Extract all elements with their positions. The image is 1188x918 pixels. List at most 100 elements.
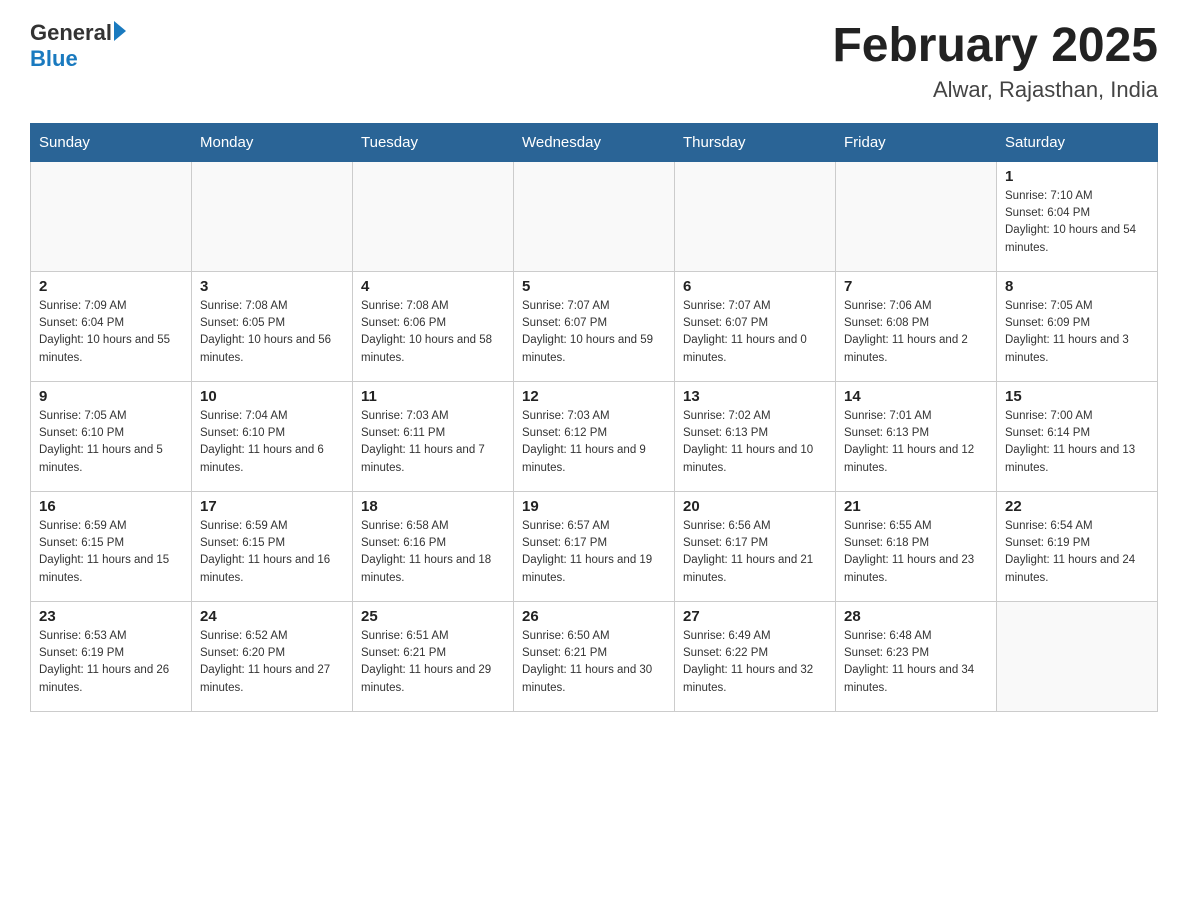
calendar-cell: 23 Sunrise: 6:53 AMSunset: 6:19 PMDayligh…	[31, 601, 192, 711]
cell-day-number: 15	[1005, 388, 1149, 405]
calendar-cell: 26 Sunrise: 6:50 AMSunset: 6:21 PMDayligh…	[514, 601, 675, 711]
cell-sun-info: Sunrise: 7:10 AMSunset: 6:04 PMDaylight:…	[1005, 188, 1149, 257]
calendar-cell: 15 Sunrise: 7:00 AMSunset: 6:14 PMDayligh…	[997, 381, 1158, 491]
cell-day-number: 4	[361, 278, 505, 295]
cell-day-number: 14	[844, 388, 988, 405]
cell-sun-info: Sunrise: 7:04 AMSunset: 6:10 PMDaylight:…	[200, 408, 344, 477]
weekday-header-wednesday: Wednesday	[514, 123, 675, 161]
calendar-cell: 8 Sunrise: 7:05 AMSunset: 6:09 PMDaylight…	[997, 271, 1158, 381]
cell-sun-info: Sunrise: 7:08 AMSunset: 6:06 PMDaylight:…	[361, 298, 505, 367]
cell-day-number: 8	[1005, 278, 1149, 295]
weekday-header-monday: Monday	[192, 123, 353, 161]
calendar-cell: 16 Sunrise: 6:59 AMSunset: 6:15 PMDayligh…	[31, 491, 192, 601]
calendar-cell: 22Sunrise: 6:54 AMSunset: 6:19 PMDayligh…	[997, 491, 1158, 601]
cell-day-number: 18	[361, 498, 505, 515]
cell-day-number: 7	[844, 278, 988, 295]
cell-day-number: 13	[683, 388, 827, 405]
weekday-header-friday: Friday	[836, 123, 997, 161]
cell-sun-info: Sunrise: 7:02 AMSunset: 6:13 PMDaylight:…	[683, 408, 827, 477]
calendar-cell: 27 Sunrise: 6:49 AMSunset: 6:22 PMDayligh…	[675, 601, 836, 711]
calendar-cell: 25 Sunrise: 6:51 AMSunset: 6:21 PMDayligh…	[353, 601, 514, 711]
cell-sun-info: Sunrise: 6:53 AMSunset: 6:19 PMDaylight:…	[39, 628, 183, 697]
calendar-cell	[997, 601, 1158, 711]
cell-day-number: 5	[522, 278, 666, 295]
month-title: February 2025	[832, 20, 1158, 73]
calendar-cell: 18 Sunrise: 6:58 AMSunset: 6:16 PMDayligh…	[353, 491, 514, 601]
calendar-cell: 19Sunrise: 6:57 AMSunset: 6:17 PMDayligh…	[514, 491, 675, 601]
cell-day-number: 6	[683, 278, 827, 295]
calendar-cell: 4 Sunrise: 7:08 AMSunset: 6:06 PMDaylight…	[353, 271, 514, 381]
calendar-week-row: 9 Sunrise: 7:05 AMSunset: 6:10 PMDaylight…	[31, 381, 1158, 491]
cell-day-number: 16	[39, 498, 183, 515]
logo-blue-text: Blue	[30, 46, 78, 71]
cell-sun-info: Sunrise: 7:03 AMSunset: 6:12 PMDaylight:…	[522, 408, 666, 477]
logo: General Blue	[30, 20, 126, 72]
calendar-cell: 1 Sunrise: 7:10 AMSunset: 6:04 PMDaylight…	[997, 161, 1158, 271]
cell-day-number: 20	[683, 498, 827, 515]
calendar-cell: 13 Sunrise: 7:02 AMSunset: 6:13 PMDayligh…	[675, 381, 836, 491]
cell-day-number: 10	[200, 388, 344, 405]
cell-day-number: 9	[39, 388, 183, 405]
calendar-cell: 20 Sunrise: 6:56 AMSunset: 6:17 PMDayligh…	[675, 491, 836, 601]
cell-sun-info: Sunrise: 7:05 AMSunset: 6:10 PMDaylight:…	[39, 408, 183, 477]
calendar-week-row: 23 Sunrise: 6:53 AMSunset: 6:19 PMDayligh…	[31, 601, 1158, 711]
calendar-cell: 7 Sunrise: 7:06 AMSunset: 6:08 PMDaylight…	[836, 271, 997, 381]
cell-sun-info: Sunrise: 7:09 AMSunset: 6:04 PMDaylight:…	[39, 298, 183, 367]
cell-day-number: 1	[1005, 168, 1149, 185]
location-title: Alwar, Rajasthan, India	[832, 77, 1158, 103]
cell-day-number: 11	[361, 388, 505, 405]
calendar-cell: 6 Sunrise: 7:07 AMSunset: 6:07 PMDaylight…	[675, 271, 836, 381]
cell-day-number: 21	[844, 498, 988, 515]
cell-sun-info: Sunrise: 7:03 AMSunset: 6:11 PMDaylight:…	[361, 408, 505, 477]
cell-day-number: 27	[683, 608, 827, 625]
calendar-cell: 12 Sunrise: 7:03 AMSunset: 6:12 PMDayligh…	[514, 381, 675, 491]
cell-sun-info: Sunrise: 6:52 AMSunset: 6:20 PMDaylight:…	[200, 628, 344, 697]
cell-day-number: 3	[200, 278, 344, 295]
cell-sun-info: Sunrise: 6:57 AMSunset: 6:17 PMDaylight:…	[522, 518, 666, 587]
calendar-cell: 21 Sunrise: 6:55 AMSunset: 6:18 PMDayligh…	[836, 491, 997, 601]
cell-sun-info: Sunrise: 6:49 AMSunset: 6:22 PMDaylight:…	[683, 628, 827, 697]
cell-sun-info: Sunrise: 6:51 AMSunset: 6:21 PMDaylight:…	[361, 628, 505, 697]
cell-sun-info: Sunrise: 6:50 AMSunset: 6:21 PMDaylight:…	[522, 628, 666, 697]
calendar-cell: 9 Sunrise: 7:05 AMSunset: 6:10 PMDaylight…	[31, 381, 192, 491]
cell-day-number: 17	[200, 498, 344, 515]
cell-day-number: 28	[844, 608, 988, 625]
calendar-week-row: 16 Sunrise: 6:59 AMSunset: 6:15 PMDayligh…	[31, 491, 1158, 601]
cell-day-number: 25	[361, 608, 505, 625]
calendar-cell: 24Sunrise: 6:52 AMSunset: 6:20 PMDayligh…	[192, 601, 353, 711]
cell-sun-info: Sunrise: 7:07 AMSunset: 6:07 PMDaylight:…	[683, 298, 827, 367]
calendar-cell: 10 Sunrise: 7:04 AMSunset: 6:10 PMDayligh…	[192, 381, 353, 491]
cell-sun-info: Sunrise: 7:01 AMSunset: 6:13 PMDaylight:…	[844, 408, 988, 477]
calendar-cell	[31, 161, 192, 271]
weekday-header-thursday: Thursday	[675, 123, 836, 161]
calendar-week-row: 2 Sunrise: 7:09 AMSunset: 6:04 PMDaylight…	[31, 271, 1158, 381]
cell-sun-info: Sunrise: 7:07 AMSunset: 6:07 PMDaylight:…	[522, 298, 666, 367]
calendar-cell	[514, 161, 675, 271]
cell-sun-info: Sunrise: 6:58 AMSunset: 6:16 PMDaylight:…	[361, 518, 505, 587]
calendar-cell: 17 Sunrise: 6:59 AMSunset: 6:15 PMDayligh…	[192, 491, 353, 601]
weekday-header-tuesday: Tuesday	[353, 123, 514, 161]
weekday-header-saturday: Saturday	[997, 123, 1158, 161]
calendar-cell	[836, 161, 997, 271]
cell-sun-info: Sunrise: 7:08 AMSunset: 6:05 PMDaylight:…	[200, 298, 344, 367]
calendar-cell	[192, 161, 353, 271]
calendar-cell	[353, 161, 514, 271]
logo-arrow-icon	[114, 21, 126, 41]
cell-sun-info: Sunrise: 6:59 AMSunset: 6:15 PMDaylight:…	[39, 518, 183, 587]
cell-day-number: 26	[522, 608, 666, 625]
calendar-cell: 11 Sunrise: 7:03 AMSunset: 6:11 PMDayligh…	[353, 381, 514, 491]
cell-sun-info: Sunrise: 6:55 AMSunset: 6:18 PMDaylight:…	[844, 518, 988, 587]
cell-day-number: 22	[1005, 498, 1149, 515]
cell-day-number: 12	[522, 388, 666, 405]
weekday-header-row: SundayMondayTuesdayWednesdayThursdayFrid…	[31, 123, 1158, 161]
cell-day-number: 23	[39, 608, 183, 625]
cell-sun-info: Sunrise: 7:05 AMSunset: 6:09 PMDaylight:…	[1005, 298, 1149, 367]
cell-sun-info: Sunrise: 7:00 AMSunset: 6:14 PMDaylight:…	[1005, 408, 1149, 477]
cell-sun-info: Sunrise: 6:56 AMSunset: 6:17 PMDaylight:…	[683, 518, 827, 587]
cell-day-number: 2	[39, 278, 183, 295]
calendar-cell: 2 Sunrise: 7:09 AMSunset: 6:04 PMDaylight…	[31, 271, 192, 381]
cell-sun-info: Sunrise: 6:59 AMSunset: 6:15 PMDaylight:…	[200, 518, 344, 587]
title-container: February 2025 Alwar, Rajasthan, India	[832, 20, 1158, 103]
cell-sun-info: Sunrise: 7:06 AMSunset: 6:08 PMDaylight:…	[844, 298, 988, 367]
calendar-week-row: 1 Sunrise: 7:10 AMSunset: 6:04 PMDaylight…	[31, 161, 1158, 271]
